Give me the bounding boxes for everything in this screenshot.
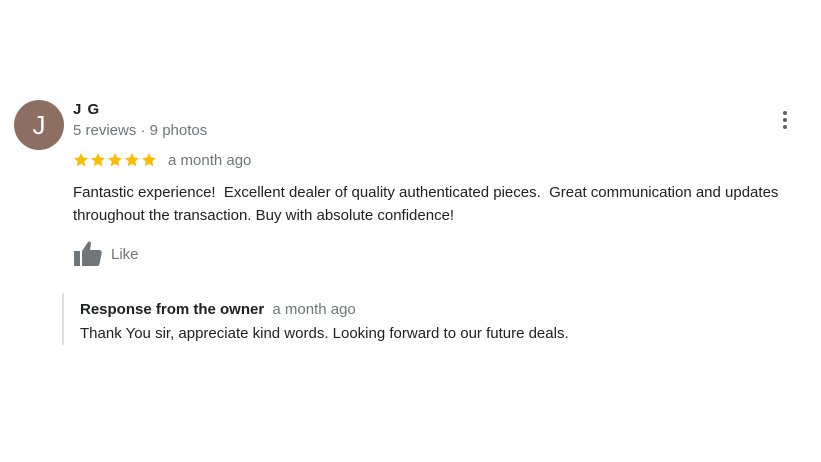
star-filled-icon: [108, 153, 122, 167]
star-filled-icon: [142, 153, 156, 167]
avatar[interactable]: J: [14, 100, 64, 150]
review-text: Fantastic experience! Excellent dealer o…: [73, 184, 783, 224]
owner-response-time: a month ago: [272, 301, 356, 318]
owner-response-text: Thank You sir, appreciate kind words. Lo…: [80, 325, 569, 342]
owner-response: Response from the owner a month ago Than…: [62, 293, 764, 345]
rating-row: a month ago: [73, 149, 251, 171]
more-vert-icon: [783, 111, 787, 115]
star-filled-icon: [74, 153, 88, 167]
review-card: J J G 5 reviews · 9 photos a month ago F…: [0, 0, 821, 462]
like-button[interactable]: Like: [73, 240, 139, 268]
owner-response-title: Response from the owner: [80, 301, 265, 318]
more-vert-icon-dot: [783, 125, 787, 129]
avatar-letter: J: [32, 109, 46, 140]
reviewer-meta: 5 reviews · 9 photos: [73, 122, 208, 139]
more-options-button[interactable]: [772, 106, 798, 134]
like-label: Like: [111, 245, 139, 263]
more-vert-icon-dot: [783, 118, 787, 122]
star-filled-icon: [91, 153, 105, 167]
reviewer-name[interactable]: J G: [73, 101, 100, 118]
star-filled-icon: [125, 153, 139, 167]
review-time: a month ago: [168, 151, 252, 169]
thumb-up-icon: [74, 241, 102, 266]
star-rating: [73, 152, 157, 168]
owner-response-header: Response from the owner a month ago: [80, 301, 356, 318]
